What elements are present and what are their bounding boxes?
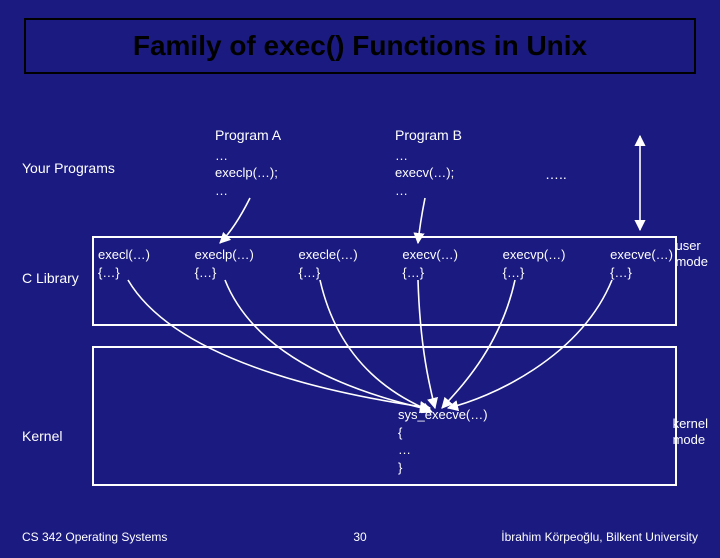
func-execve: execve(…) {…}	[610, 246, 673, 281]
user-mode-label: user mode	[675, 238, 708, 269]
row-label-kernel: Kernel	[22, 428, 62, 444]
func-execl: execl(…) {…}	[98, 246, 150, 281]
func-execlp: execlp(…) {…}	[195, 246, 254, 281]
func-execv: execv(…) {…}	[402, 246, 458, 281]
program-b-heading: Program B	[395, 126, 462, 145]
title-box: Family of exec() Functions in Unix	[24, 18, 696, 74]
func-execle: execle(…) {…}	[299, 246, 358, 281]
program-a-block: Program A … execlp(…); …	[215, 126, 281, 200]
func-execvp: execvp(…) {…}	[503, 246, 566, 281]
kernel-box	[92, 346, 677, 486]
more-programs-ellipsis: …..	[545, 166, 567, 182]
clibrary-functions: execl(…) {…} execlp(…) {…} execle(…) {…}…	[98, 246, 673, 281]
program-a-heading: Program A	[215, 126, 281, 145]
kernel-mode-label: kernel mode	[673, 416, 708, 447]
row-label-programs: Your Programs	[22, 160, 115, 176]
footer-author: İbrahim Körpeoğlu, Bilkent University	[501, 530, 698, 544]
program-b-block: Program B … execv(…); …	[395, 126, 462, 200]
row-label-clibrary: C Library	[22, 270, 79, 286]
syscall-block: sys_execve(…) { … }	[398, 406, 488, 476]
program-b-body: … execv(…); …	[395, 147, 462, 200]
slide-title: Family of exec() Functions in Unix	[34, 30, 686, 62]
program-a-body: … execlp(…); …	[215, 147, 281, 200]
